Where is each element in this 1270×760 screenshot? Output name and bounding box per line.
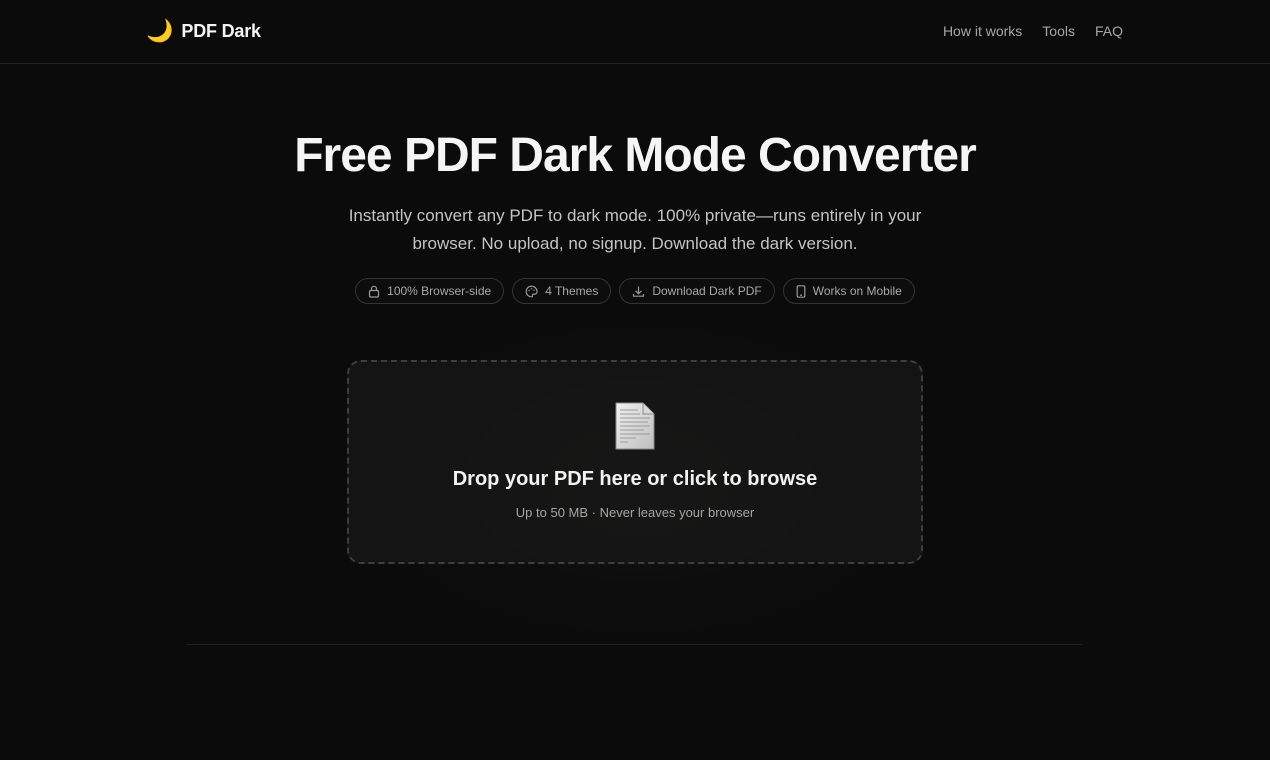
document-icon bbox=[615, 402, 655, 450]
feature-badges: 100% Browser-side 4 Themes Download Dark… bbox=[0, 278, 1270, 304]
page-subtitle: Instantly convert any PDF to dark mode. … bbox=[348, 206, 922, 253]
nav-link-faq[interactable]: FAQ bbox=[1095, 23, 1123, 39]
page-title: Free PDF Dark Mode Converter bbox=[294, 129, 977, 182]
main-nav: How it works Tools FAQ bbox=[943, 23, 1123, 39]
badge-label: Download Dark PDF bbox=[652, 284, 762, 298]
badge-download: Download Dark PDF bbox=[619, 278, 775, 304]
badge-themes: 4 Themes bbox=[512, 278, 612, 304]
dropzone-hint: Up to 50 MB · Never leaves your browser bbox=[515, 505, 755, 520]
nav-link-how-it-works[interactable]: How it works bbox=[943, 23, 1022, 39]
pdf-dropzone[interactable]: Drop your PDF here or click to browse Up… bbox=[347, 360, 923, 564]
download-icon bbox=[633, 286, 645, 297]
mobile-icon bbox=[796, 284, 806, 298]
badge-mobile: Works on Mobile bbox=[782, 278, 915, 304]
top-navigation-bar: 🌙 PDF Dark How it works Tools FAQ bbox=[0, 0, 1270, 64]
section-divider bbox=[187, 644, 1083, 645]
palette-icon bbox=[525, 285, 538, 297]
brand-logo-link[interactable]: 🌙 PDF Dark bbox=[146, 18, 261, 44]
badge-browser-side: 100% Browser-side bbox=[355, 278, 505, 304]
nav-link-tools[interactable]: Tools bbox=[1042, 23, 1075, 39]
moon-icon: 🌙 bbox=[146, 18, 174, 43]
brand-name: PDF Dark bbox=[181, 20, 261, 41]
dropzone-title: Drop your PDF here or click to browse bbox=[452, 468, 818, 490]
badge-label: 100% Browser-side bbox=[387, 284, 492, 298]
lock-icon bbox=[369, 285, 380, 298]
badge-label: 4 Themes bbox=[545, 284, 599, 298]
badge-label: Works on Mobile bbox=[812, 284, 902, 298]
